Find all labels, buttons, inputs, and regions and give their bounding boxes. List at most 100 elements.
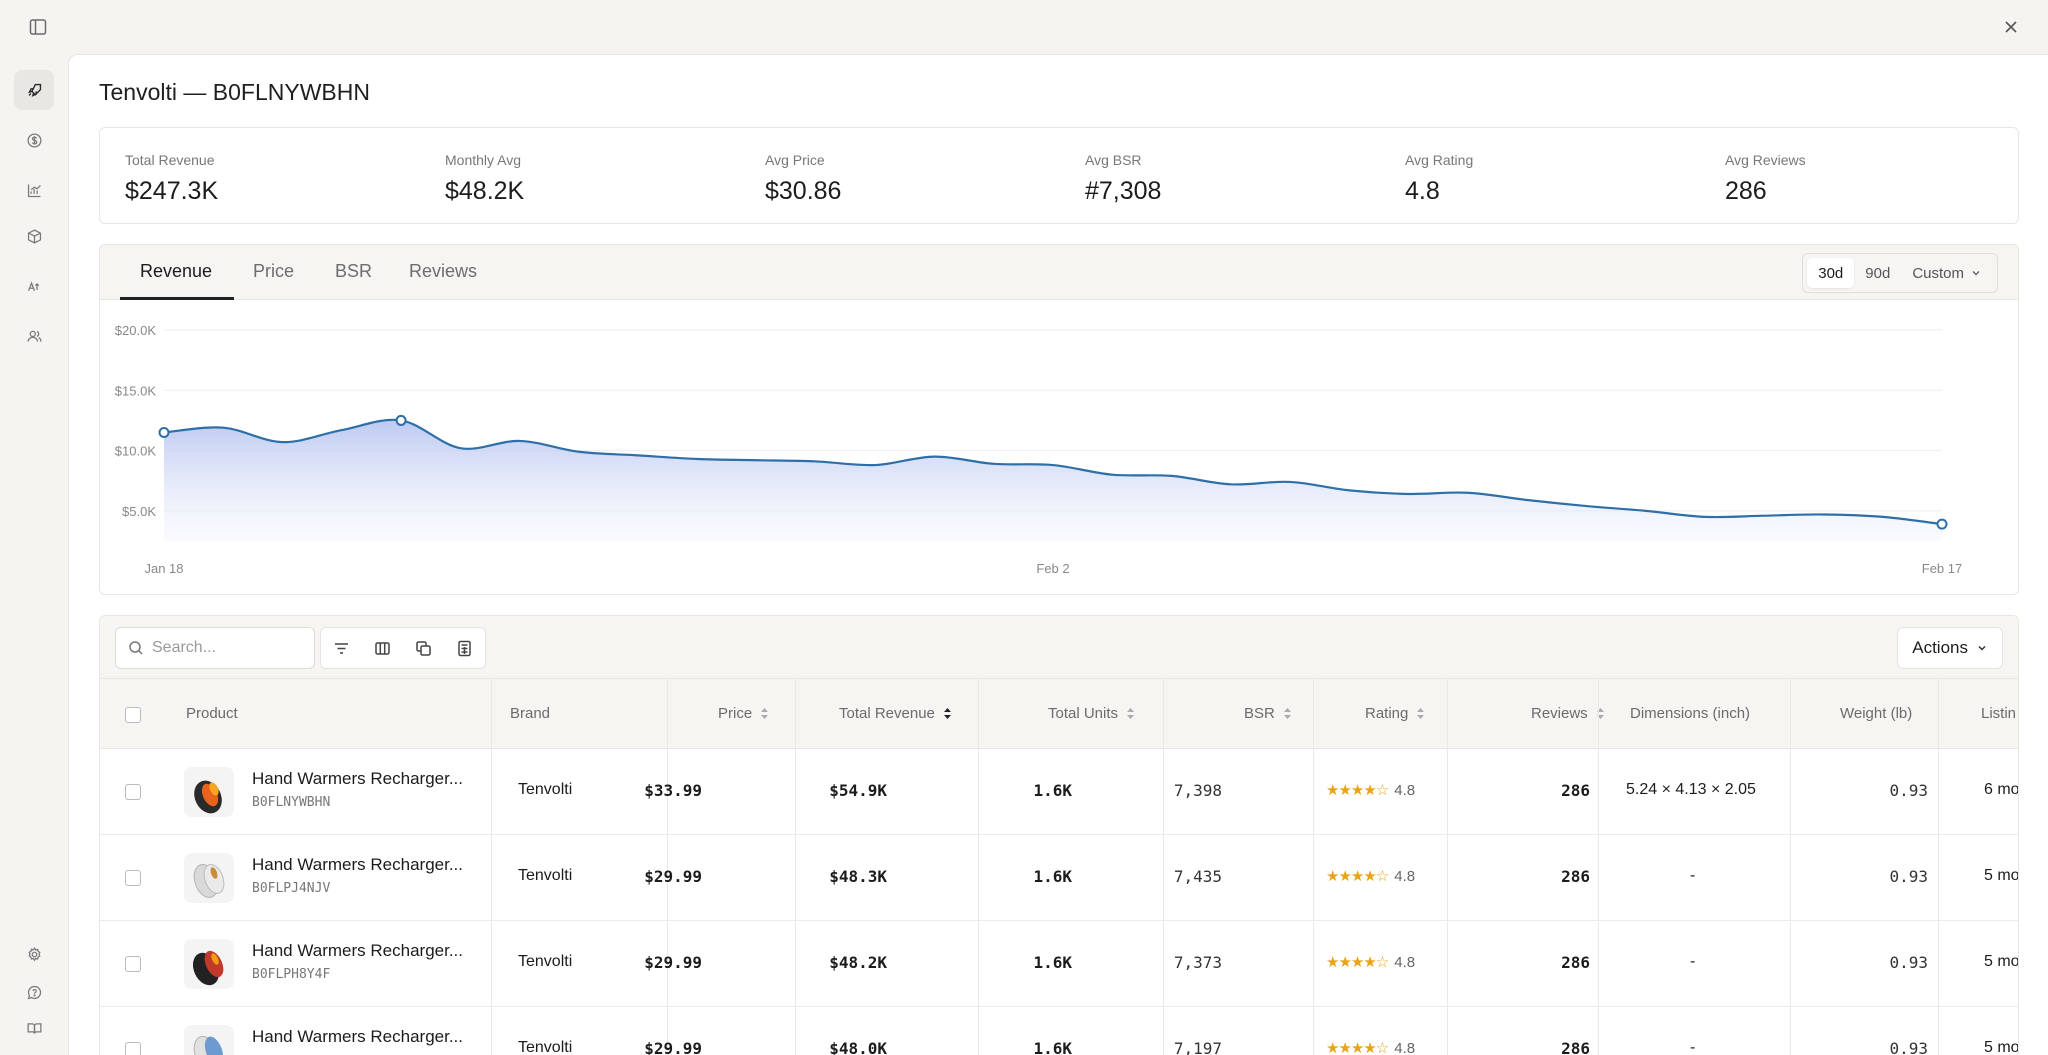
filter-icon[interactable] [321,628,362,668]
help-chat-icon[interactable] [14,972,54,1012]
stat-label: Avg BSR [1085,152,1142,168]
actions-dropdown[interactable]: Actions [1897,627,2003,669]
stat-value: $247.3K [125,177,219,205]
x-tick-label: Feb 2 [1036,561,1069,576]
product-name[interactable]: Hand Warmers Recharger... [252,1027,463,1047]
y-tick-label: $20.0K [115,323,157,338]
calculator-icon[interactable] [444,628,485,668]
columns-icon[interactable] [362,628,403,668]
dimensions-cell: - [1690,867,1696,884]
revenue-area [164,419,1942,541]
tab-reviews[interactable]: Reviews [409,261,477,282]
product-asin: B0FLNYWBHN [252,795,331,810]
product-name[interactable]: Hand Warmers Recharger... [252,941,463,961]
col-listing[interactable]: Listin [1981,705,2016,722]
actions-label: Actions [1912,638,1968,657]
brand-cell: Tenvolti [518,781,573,798]
tab-price[interactable]: Price [253,261,294,282]
close-icon[interactable] [1997,13,2025,41]
data-point-marker[interactable] [1936,518,1948,530]
reviews-cell: 286 [1561,1039,1590,1055]
product-name[interactable]: Hand Warmers Recharger... [252,855,463,875]
revenue-cell: $48.2K [829,953,887,972]
row-checkbox[interactable] [125,956,141,972]
users-icon[interactable] [14,316,54,356]
table-tools-group [320,627,486,669]
search-input[interactable] [152,639,302,657]
row-checkbox[interactable] [125,1042,141,1055]
copy-icon[interactable] [403,628,444,668]
col-rating[interactable]: Rating [1365,705,1425,722]
weight-cell: 0.93 [1889,1039,1928,1055]
settings-icon[interactable] [14,934,54,974]
row-checkbox[interactable] [125,784,141,800]
rating-cell: ★★★★☆ 4.8 [1326,1039,1415,1055]
data-point-marker[interactable] [158,426,170,438]
products-table-card: Actions Product Brand Price Total Revenu… [99,615,2019,1055]
stat-label: Total Revenue [125,152,215,168]
product-thumbnail [184,939,234,989]
range-30d-button[interactable]: 30d [1807,258,1855,288]
x-tick-label: Jan 18 [144,561,183,576]
sort-icon [1417,708,1425,719]
sort-desc-icon [943,708,951,719]
data-point-marker[interactable] [395,414,407,426]
dollar-circle-icon[interactable] [14,120,54,160]
search-box[interactable] [115,627,315,669]
star-rating-icon: ★★★★☆ [1326,782,1389,799]
rating-value: 4.8 [1394,868,1416,885]
stat-value: #7,308 [1085,177,1162,205]
table-row[interactable]: Hand Warmers Recharger... Tenvolti $29.9… [100,1007,2018,1055]
rocket-icon[interactable] [14,70,54,110]
product-name[interactable]: Hand Warmers Recharger... [252,769,463,789]
chart-icon[interactable] [14,170,54,210]
stat-avg-reviews: Avg Reviews 286 [1725,152,1806,206]
range-90d-button[interactable]: 90d [1854,258,1901,288]
search-icon [129,641,143,655]
product-thumbnail [184,1025,234,1055]
reviews-cell: 286 [1561,953,1590,972]
col-bsr[interactable]: BSR [1244,705,1292,722]
stat-monthly-avg: Monthly Avg $48.2K [445,152,524,206]
y-tick-label: $15.0K [115,383,157,398]
units-cell: 1.6K [1033,867,1072,886]
col-total-units[interactable]: Total Units [1048,705,1135,722]
main-panel: Tenvolti — B0FLNYWBHN Total Revenue $247… [68,54,2048,1055]
bsr-cell: 7,435 [1173,867,1222,886]
col-weight[interactable]: Weight (lb) [1840,705,1912,722]
text-size-icon[interactable] [14,266,54,306]
col-brand[interactable]: Brand [510,705,550,722]
col-total-revenue[interactable]: Total Revenue [839,705,952,722]
stat-value: $48.2K [445,177,525,205]
col-reviews[interactable]: Reviews [1531,705,1605,722]
product-asin: B0FLPJ4NJV [252,881,331,896]
col-product[interactable]: Product [186,705,238,722]
tab-bsr[interactable]: BSR [335,261,372,282]
col-dimensions[interactable]: Dimensions (inch) [1630,705,1750,722]
table-toolbar: Actions [100,616,2018,679]
price-cell: $29.99 [644,1039,702,1055]
table-row[interactable]: Hand Warmers Recharger... B0FLNYWBHN Ten… [100,749,2018,835]
col-price[interactable]: Price [718,705,769,722]
icon-rail [0,54,68,1055]
stat-avg-rating: Avg Rating 4.8 [1405,152,1473,206]
package-icon[interactable] [14,216,54,256]
star-rating-icon: ★★★★☆ [1326,954,1389,971]
table-row[interactable]: Hand Warmers Recharger... B0FLPJ4NJV Ten… [100,835,2018,921]
weight-cell: 0.93 [1889,867,1928,886]
stat-label: Avg Rating [1405,152,1474,168]
range-custom-dropdown[interactable]: Custom [1901,258,1993,288]
range-custom-label: Custom [1912,264,1964,282]
stat-avg-bsr: Avg BSR #7,308 [1085,152,1161,206]
stat-avg-price: Avg Price $30.86 [765,152,841,206]
table-row[interactable]: Hand Warmers Recharger... B0FLPH8Y4F Ten… [100,921,2018,1007]
product-thumbnail [184,767,234,817]
listing-age-cell: 6 mo [1984,781,2019,798]
row-checkbox[interactable] [125,870,141,886]
tab-revenue[interactable]: Revenue [140,261,212,282]
chevron-down-icon [1978,645,1986,651]
sidebar-toggle-icon[interactable] [24,13,52,41]
select-all-checkbox[interactable] [125,707,141,723]
stat-value: 4.8 [1405,177,1440,205]
book-icon[interactable] [14,1008,54,1048]
